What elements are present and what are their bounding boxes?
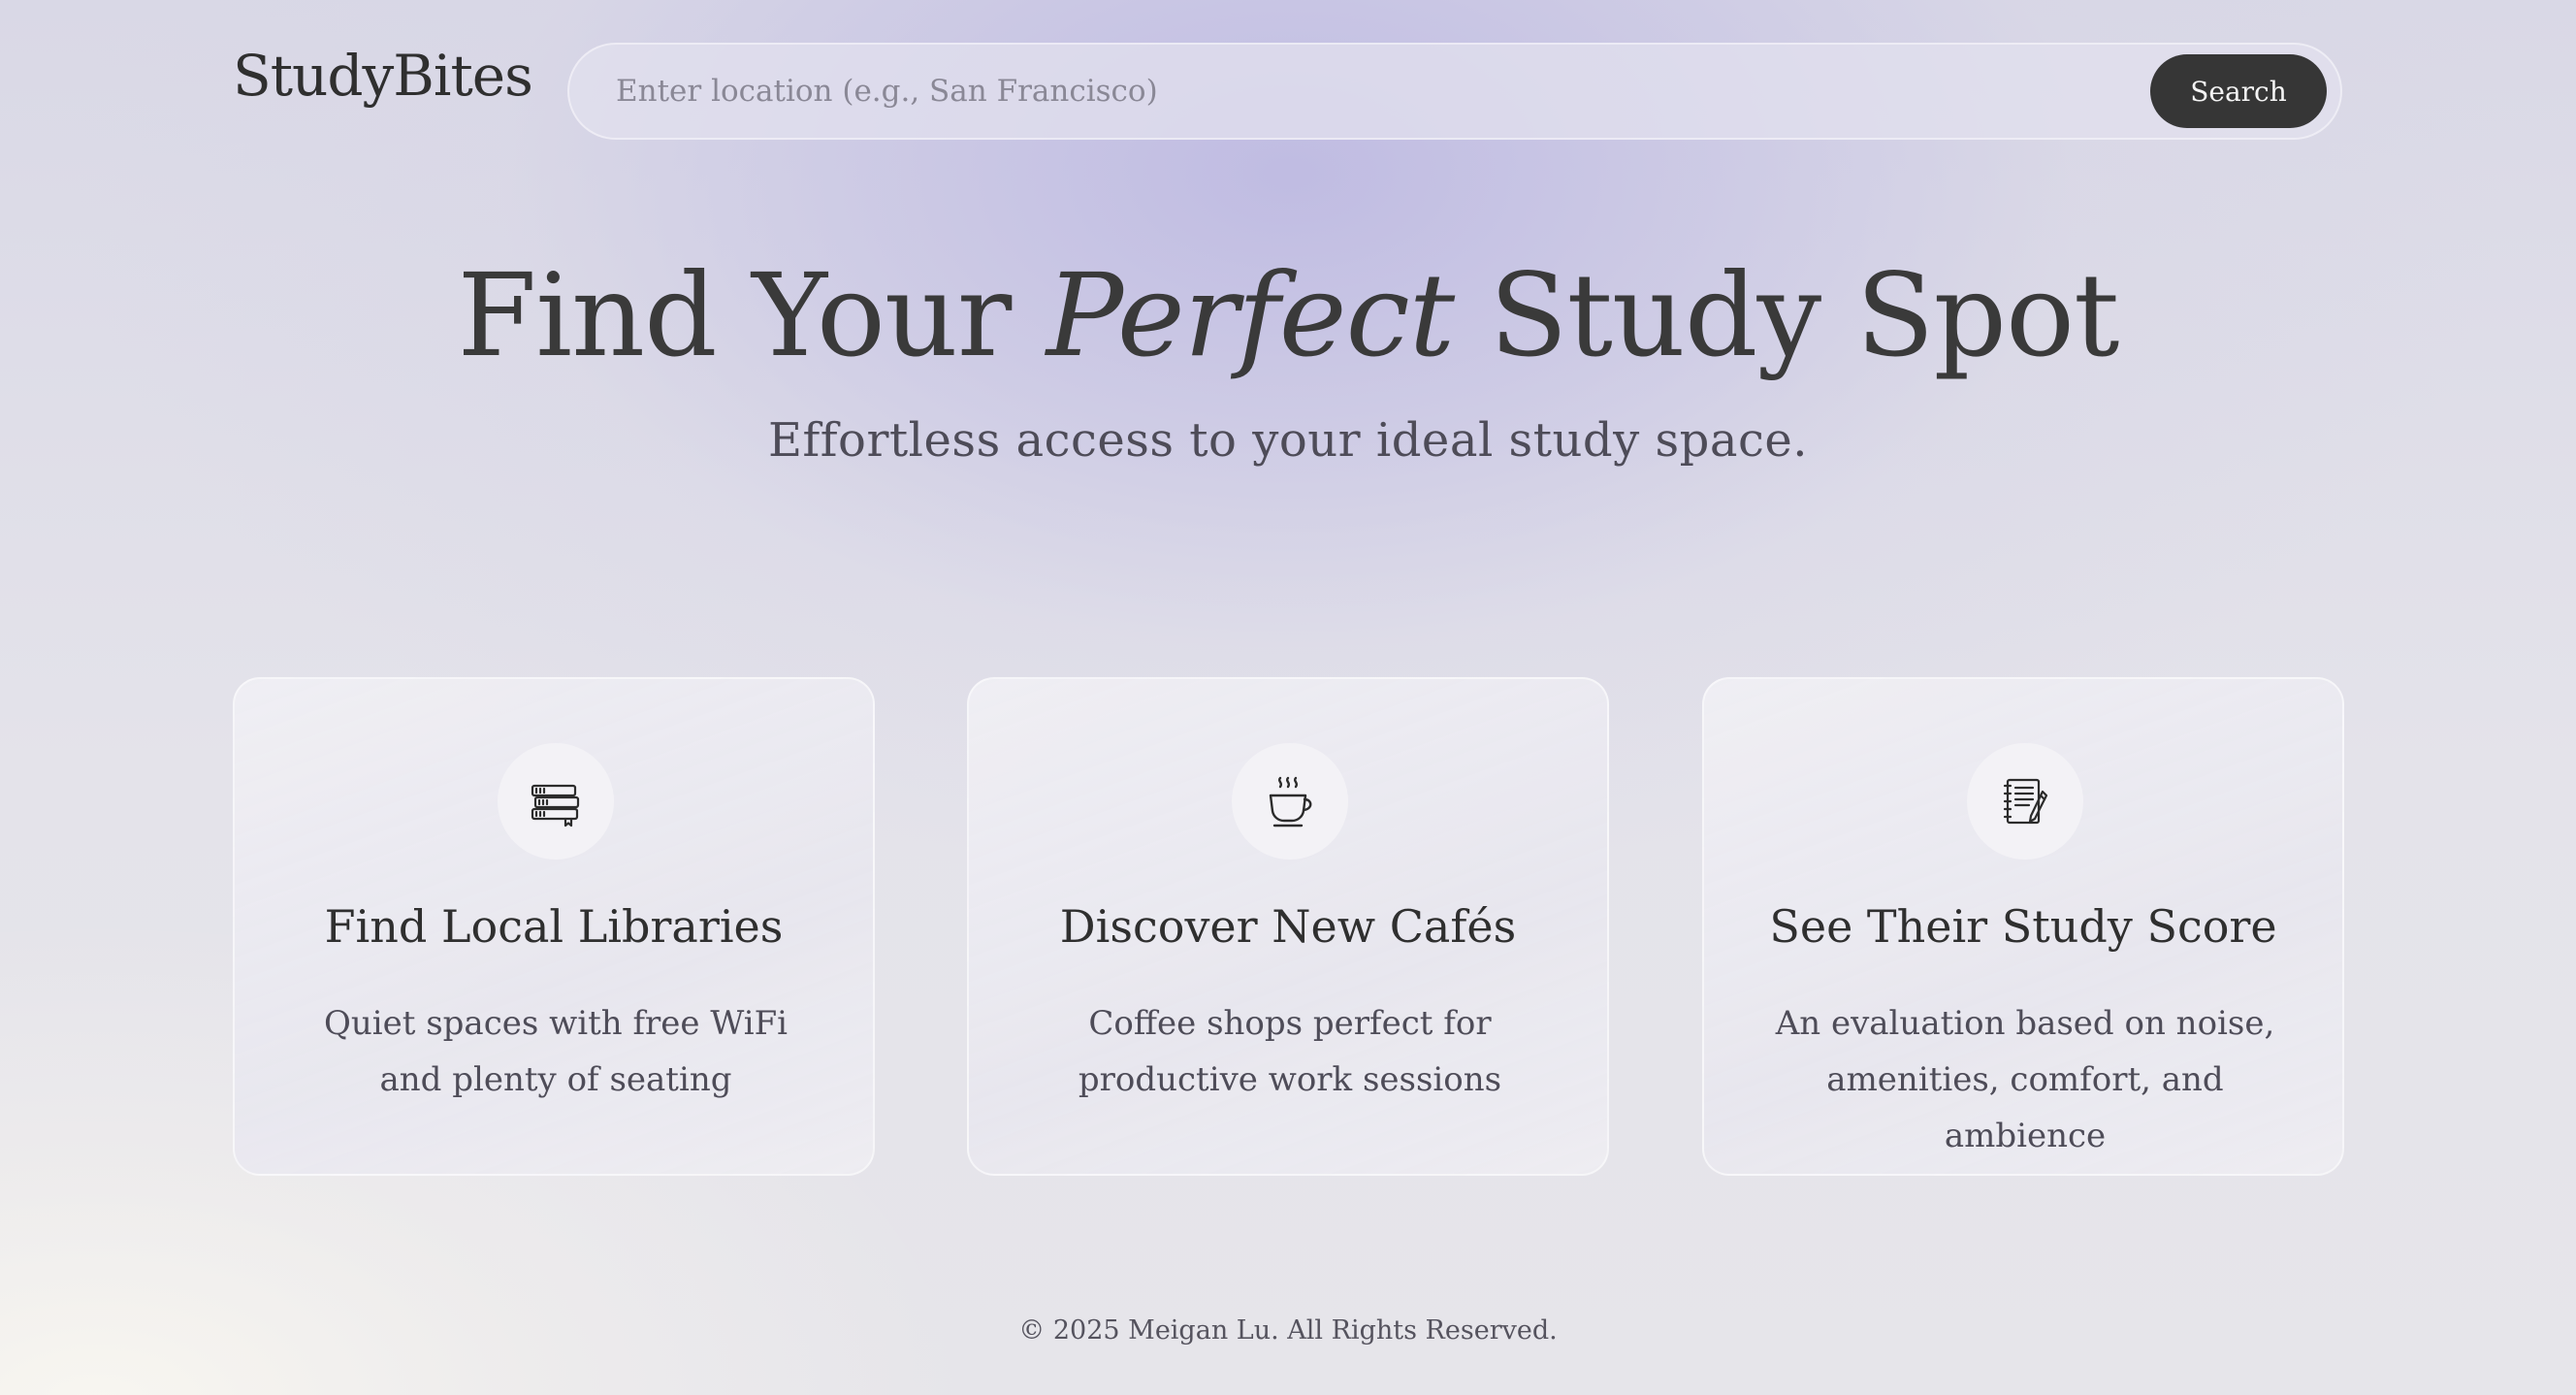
location-search-input[interactable] <box>616 58 2071 124</box>
footer-copyright: © 2025 Meigan Lu. All Rights Reserved. <box>1018 1315 1558 1346</box>
card-description: An evaluation based on noise, amenities,… <box>1775 1004 2275 1155</box>
hero-title-emphasis: Perfect <box>1046 248 1455 382</box>
logo[interactable]: StudyBites <box>233 43 533 109</box>
hero-title: Find Your Perfect Study Spot <box>0 233 2576 398</box>
feature-card-cafes: Discover New Cafés Coffee shops perfect … <box>967 677 1609 1176</box>
hero-title-start: Find Your <box>457 248 1046 382</box>
coffee-cup-icon <box>1232 743 1348 860</box>
hero-title-end: Study Spot <box>1454 248 2120 382</box>
card-title: Find Local Libraries <box>324 900 784 953</box>
search-button[interactable]: Search <box>2150 54 2327 128</box>
hero-subtitle: Effortless access to your ideal study sp… <box>767 413 1809 468</box>
feature-card-study-score: See Their Study Score An evaluation base… <box>1702 677 2344 1176</box>
card-title: See Their Study Score <box>1769 900 2277 953</box>
books-icon <box>498 743 614 860</box>
search-bar: Search <box>567 43 2342 140</box>
header: StudyBites Search <box>0 0 2576 175</box>
notepad-pencil-icon <box>1967 743 2083 860</box>
card-description: Coffee shops perfect for productive work… <box>1078 1004 1502 1099</box>
card-description: Quiet spaces with free WiFi and plenty o… <box>323 1004 789 1099</box>
hero: Find Your Perfect Study Spot Effortless … <box>0 233 2576 468</box>
feature-card-libraries: Find Local Libraries Quiet spaces with f… <box>233 677 875 1176</box>
card-title: Discover New Cafés <box>1059 900 1517 953</box>
